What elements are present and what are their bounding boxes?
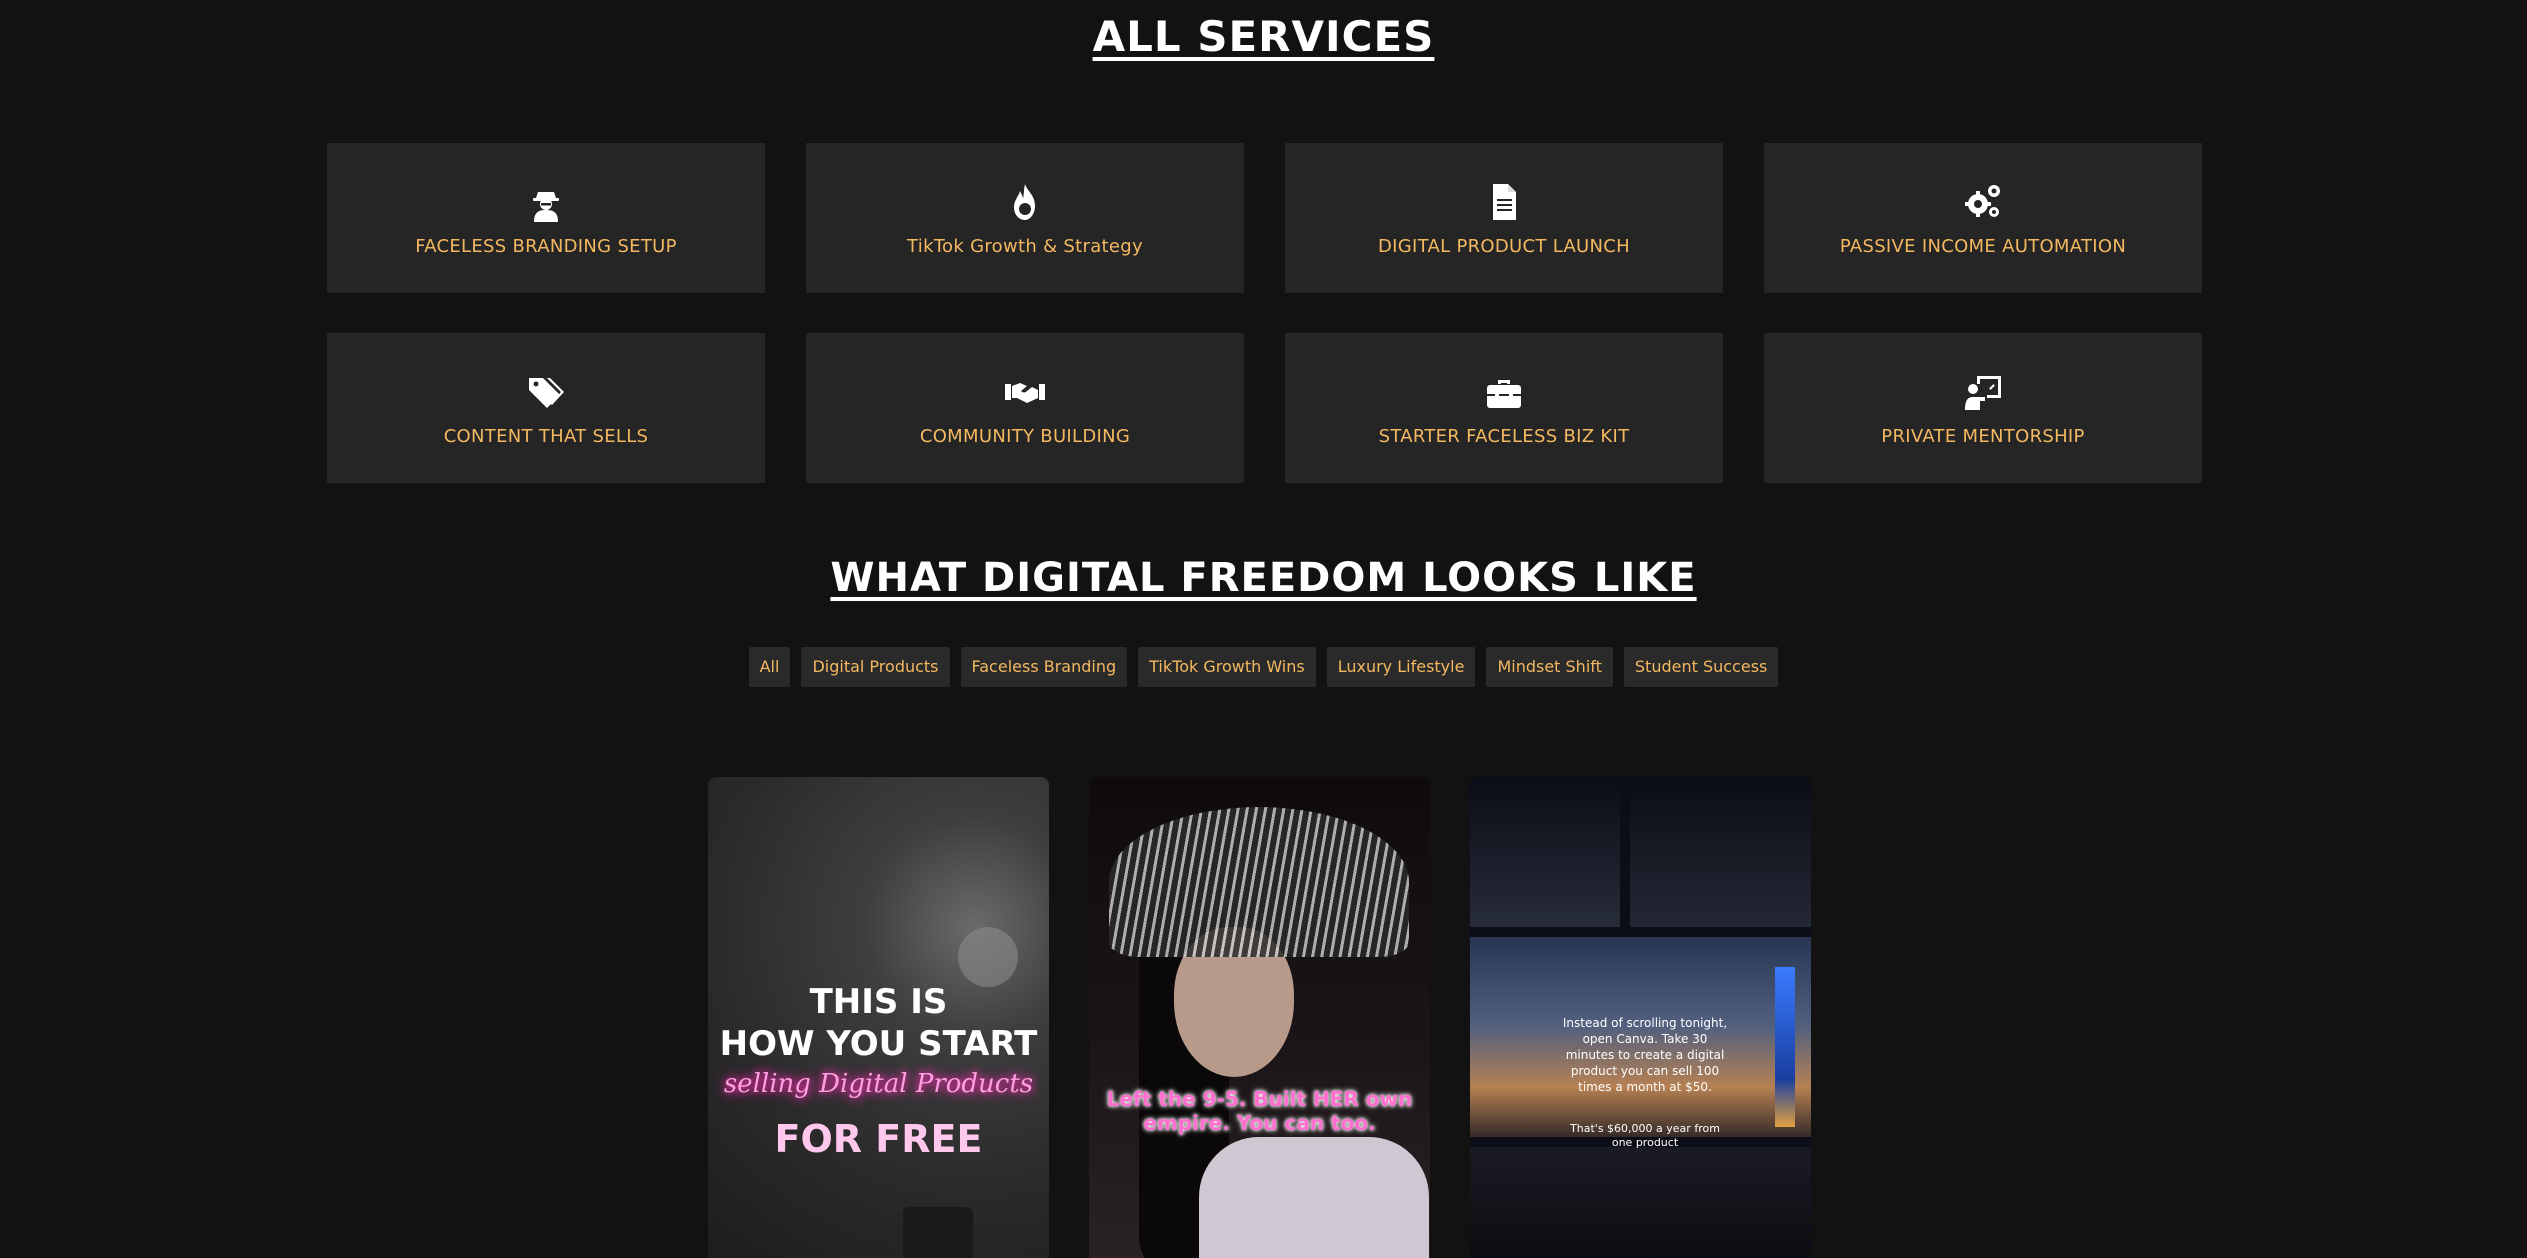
fire-icon bbox=[1003, 180, 1047, 224]
gallery-tile-luxury-lifestyle[interactable]: Left the 9-5. Built HER own empire. You … bbox=[1089, 777, 1430, 1258]
service-label: FACELESS BRANDING SETUP bbox=[415, 235, 677, 257]
services-grid: FACELESS BRANDING SETUP TikTok Growth & … bbox=[327, 143, 2202, 483]
lamp-decoration bbox=[958, 927, 1018, 987]
handshake-icon bbox=[1003, 370, 1047, 414]
filter-mindset-shift[interactable]: Mindset Shift bbox=[1486, 647, 1613, 687]
pen-holder-decoration bbox=[903, 1207, 973, 1258]
service-label: PRIVATE MENTORSHIP bbox=[1881, 425, 2085, 447]
service-label: CONTENT THAT SELLS bbox=[443, 425, 649, 447]
user-secret-icon bbox=[524, 180, 568, 224]
chalkboard-user-icon bbox=[1961, 370, 2005, 414]
service-card-private-mentorship[interactable]: PRIVATE MENTORSHIP bbox=[1764, 333, 2202, 483]
service-label: STARTER FACELESS BIZ KIT bbox=[1378, 425, 1630, 447]
shirt-shape bbox=[1199, 1137, 1429, 1258]
tile-caption-secondary: That's $60,000 a year from one product bbox=[1570, 1122, 1720, 1149]
service-card-faceless-branding[interactable]: FACELESS BRANDING SETUP bbox=[327, 143, 765, 293]
service-card-content-that-sells[interactable]: CONTENT THAT SELLS bbox=[327, 333, 765, 483]
tile-caption: Left the 9-5. Built HER own empire. You … bbox=[1106, 1087, 1413, 1135]
gears-icon bbox=[1961, 180, 2005, 224]
all-services-title: ALL SERVICES bbox=[1092, 12, 1435, 61]
gallery-tile-mindset-shift[interactable]: Instead of scrolling tonight, open Canva… bbox=[1470, 777, 1811, 1258]
filter-digital-products[interactable]: Digital Products bbox=[801, 647, 950, 687]
tile-headline: THIS IS bbox=[809, 982, 948, 1022]
service-card-community-building[interactable]: COMMUNITY BUILDING bbox=[806, 333, 1244, 483]
service-label: DIGITAL PRODUCT LAUNCH bbox=[1377, 235, 1631, 257]
service-card-tiktok-growth[interactable]: TikTok Growth & Strategy bbox=[806, 143, 1244, 293]
tags-icon bbox=[524, 370, 568, 414]
filter-all[interactable]: All bbox=[748, 647, 791, 687]
service-label: COMMUNITY BUILDING bbox=[919, 425, 1131, 447]
filter-luxury-lifestyle[interactable]: Luxury Lifestyle bbox=[1326, 647, 1476, 687]
city-panel bbox=[1470, 777, 1620, 927]
service-label: TikTok Growth & Strategy bbox=[907, 235, 1143, 257]
service-card-digital-product-launch[interactable]: DIGITAL PRODUCT LAUNCH bbox=[1285, 143, 1723, 293]
filter-faceless-branding[interactable]: Faceless Branding bbox=[960, 647, 1128, 687]
tower-shape bbox=[1775, 967, 1795, 1127]
filter-student-success[interactable]: Student Success bbox=[1623, 647, 1779, 687]
filter-bar: All Digital Products Faceless Branding T… bbox=[0, 647, 2527, 687]
page: ALL SERVICES FACELESS BRANDING SETUP Tik… bbox=[0, 0, 2527, 1258]
gallery: THIS IS HOW YOU START selling Digital Pr… bbox=[708, 777, 1811, 1258]
file-icon bbox=[1482, 180, 1526, 224]
gallery-tile-digital-products[interactable]: THIS IS HOW YOU START selling Digital Pr… bbox=[708, 777, 1049, 1258]
tile-headline: HOW YOU START bbox=[719, 1024, 1038, 1064]
service-label: PASSIVE INCOME AUTOMATION bbox=[1839, 235, 2127, 257]
tile-headline: FOR FREE bbox=[774, 1117, 983, 1161]
toolbox-icon bbox=[1482, 370, 1526, 414]
fringe-hat-shape bbox=[1109, 807, 1409, 957]
city-panel bbox=[1470, 1147, 1811, 1258]
filter-tiktok-growth-wins[interactable]: TikTok Growth Wins bbox=[1138, 647, 1316, 687]
tile-neon-text: selling Digital Products bbox=[723, 1069, 1034, 1099]
service-card-starter-biz-kit[interactable]: STARTER FACELESS BIZ KIT bbox=[1285, 333, 1723, 483]
digital-freedom-title: WHAT DIGITAL FREEDOM LOOKS LIKE bbox=[830, 555, 1697, 601]
tile-caption: Instead of scrolling tonight, open Canva… bbox=[1562, 1016, 1728, 1094]
service-card-passive-income[interactable]: PASSIVE INCOME AUTOMATION bbox=[1764, 143, 2202, 293]
city-panel bbox=[1630, 777, 1811, 927]
